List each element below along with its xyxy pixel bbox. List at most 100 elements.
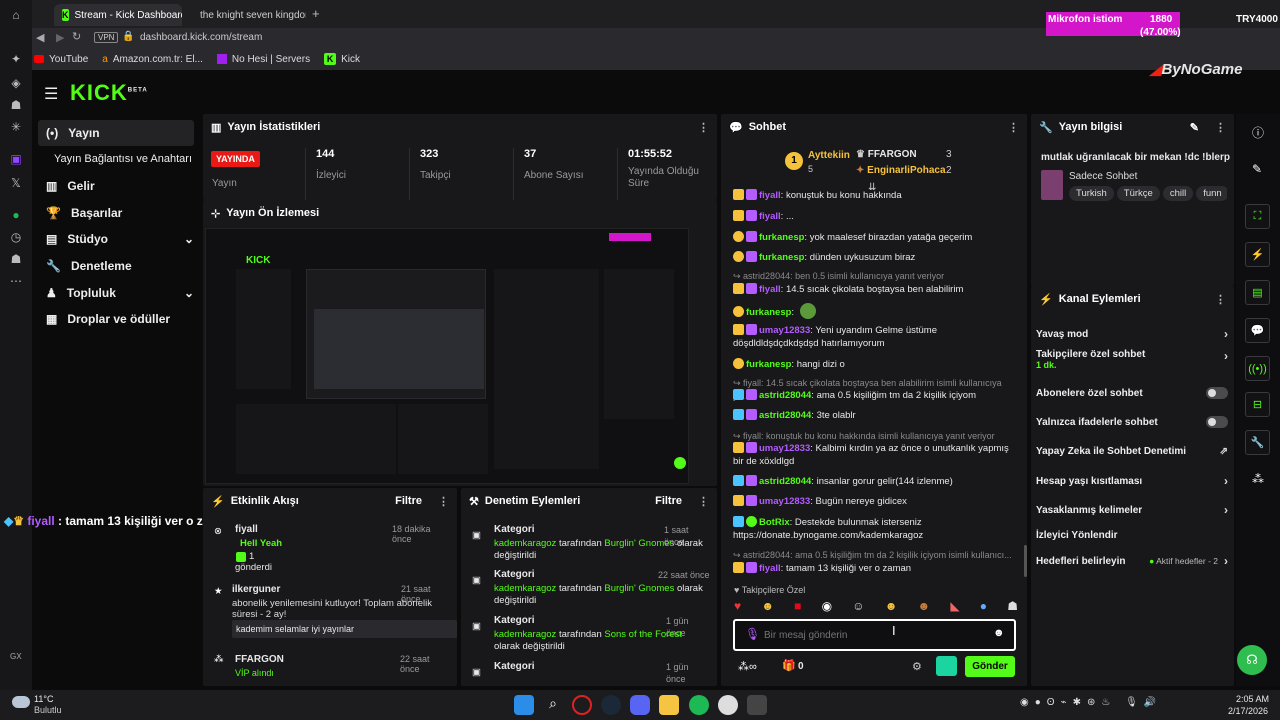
chevron-down-icon[interactable]: ⌄	[184, 232, 194, 246]
globe-emote-icon[interactable]: ●	[980, 599, 987, 617]
action-subs-only[interactable]: Abonelere özel sohbet	[1036, 383, 1228, 403]
chat-user[interactable]: BotRix	[759, 517, 790, 528]
chat-user[interactable]: furkanesp	[759, 252, 804, 263]
rail-game2-icon[interactable]: ☗	[8, 252, 24, 268]
gift-icon[interactable]: 🎁	[782, 659, 796, 672]
support-headset-icon[interactable]: ☊	[1237, 645, 1267, 675]
tool-wrench-icon[interactable]: 🔧	[1245, 430, 1270, 455]
stream-preview-video[interactable]: KICK	[205, 228, 689, 484]
vpn-badge[interactable]: VPN	[94, 32, 119, 43]
chat-user[interactable]: fiyall	[759, 190, 781, 201]
chat-user[interactable]: astrid28044	[759, 410, 811, 421]
chat-user[interactable]: fiyall	[759, 563, 781, 574]
tag-chip[interactable]: funn	[1196, 186, 1227, 201]
more-icon[interactable]: ⋮	[698, 495, 709, 508]
chat-user[interactable]: furkanesp	[746, 307, 791, 318]
rail-game-icon[interactable]: ☗	[8, 98, 24, 114]
subs-only-toggle[interactable]	[1206, 387, 1228, 399]
mic-icon[interactable]: 🎙	[745, 627, 760, 641]
more-icon[interactable]: ⋮	[1008, 121, 1019, 134]
chat-scrollbar[interactable]	[1024, 545, 1027, 577]
weather-icon[interactable]	[12, 696, 30, 708]
fish-emote-icon[interactable]: ◣	[950, 599, 959, 617]
hamburger-icon[interactable]: ☰	[44, 84, 58, 104]
edit-icon[interactable]: ✎	[1190, 121, 1199, 134]
chevron-down-icon[interactable]: ⌄	[184, 286, 194, 300]
chat-user[interactable]: umay12833	[759, 443, 810, 454]
moderation-filter[interactable]: Filtre	[655, 495, 682, 507]
rail-compass-icon[interactable]: ◈	[8, 76, 24, 92]
tool-more-icon[interactable]: ⁂	[1252, 472, 1264, 486]
heart-emote-icon[interactable]: ♥	[734, 599, 741, 617]
more-icon[interactable]: ⋮	[1215, 293, 1226, 306]
forward-icon[interactable]: ▶	[56, 31, 64, 44]
chat-settings-icon[interactable]: ⚙	[912, 660, 922, 673]
bookmark-amazon[interactable]: a Amazon.com.tr: El...	[102, 54, 203, 65]
emoji-picker-icon[interactable]: ☻	[993, 627, 1005, 639]
action-goals[interactable]: Hedefleri belirleyin ● Aktif hedefler - 2…	[1036, 551, 1228, 571]
action-ai-moderation[interactable]: Yapay Zeka ile Sohbet Denetimi ⇗	[1036, 441, 1228, 461]
rail-home-icon[interactable]: ⌂	[8, 8, 24, 24]
rail-clock-icon[interactable]: ◷	[8, 230, 24, 246]
new-tab-button[interactable]: +	[312, 6, 320, 21]
nav-stream-key[interactable]: Yayın Bağlantısı ve Anahtarı	[38, 146, 208, 172]
tool-notes-icon[interactable]: ▤	[1245, 280, 1270, 305]
action-banned-words[interactable]: Yasaklanmış kelimeler ›	[1036, 500, 1228, 520]
nav-gelir[interactable]: ▥ Gelir	[38, 173, 194, 199]
more-icon[interactable]: ⋮	[1215, 121, 1226, 134]
chat-user[interactable]: furkanesp	[746, 359, 791, 370]
pencil-icon[interactable]: ✎	[1252, 162, 1262, 176]
bookmark-kick[interactable]: K Kick	[324, 53, 360, 65]
chat-input[interactable]	[764, 628, 964, 642]
chat-user[interactable]: umay12833	[759, 496, 810, 507]
tool-layout-icon[interactable]: ⊟	[1245, 392, 1270, 417]
search-icon[interactable]: ⌕	[543, 695, 563, 715]
bookmark-youtube[interactable]: YouTube	[34, 54, 88, 65]
discord-icon[interactable]	[630, 695, 650, 715]
rail-more-icon[interactable]: ⋯	[8, 274, 24, 290]
chat-user[interactable]: umay12833	[759, 325, 810, 336]
bookmark-nohesi[interactable]: No Hesi | Servers	[216, 54, 310, 65]
more-icon[interactable]: ⋮	[698, 121, 709, 134]
back-icon[interactable]: ◀	[36, 31, 44, 44]
action-followers-only[interactable]: Takipçilere özel sohbet 1 dk. ›	[1036, 349, 1228, 373]
spotify-icon[interactable]: ●	[8, 208, 24, 224]
chat-user[interactable]: astrid28044	[759, 476, 811, 487]
spotify-taskbar-icon[interactable]	[689, 695, 709, 715]
nav-studyo[interactable]: ▤ Stüdyo ⌄	[38, 226, 194, 252]
tag-chip[interactable]: Turkish	[1069, 186, 1114, 201]
person-emote-icon[interactable]: ☺	[852, 599, 864, 617]
tag-chip[interactable]: Türkçe	[1116, 186, 1160, 201]
steam-icon[interactable]	[601, 695, 621, 715]
chrome-icon[interactable]	[718, 695, 738, 715]
tool-broadcast-icon[interactable]: ((•))	[1245, 356, 1270, 381]
tool-chat-icon[interactable]: 💬	[1245, 318, 1270, 343]
monkey-emote-icon[interactable]: ☻	[918, 599, 931, 617]
action-account-age[interactable]: Hesap yaşı kısıtlaması ›	[1036, 471, 1228, 491]
cat-emote-icon[interactable]: ☗	[1007, 599, 1018, 617]
rail-star-icon[interactable]: ✦	[8, 52, 24, 68]
activity-filter[interactable]: Filtre	[395, 495, 422, 507]
turkey-flag-icon[interactable]: ■	[794, 599, 801, 617]
tool-bolt-icon[interactable]: ⚡	[1245, 242, 1270, 267]
tab-knight[interactable]: the knight seven kingdom	[186, 4, 306, 26]
kick-points-icon[interactable]: ⁂∞	[738, 660, 757, 673]
smile-emote-icon[interactable]: ☻	[761, 599, 774, 617]
chat-user[interactable]: furkanesp	[759, 232, 804, 243]
send-button[interactable]: Gönder	[965, 656, 1015, 677]
japan-flag-icon[interactable]: ◉	[822, 599, 832, 617]
hug-emote-icon[interactable]: ☻	[885, 599, 898, 617]
nav-droplar[interactable]: ▦ Droplar ve ödüller	[38, 306, 208, 332]
chat-user[interactable]: fiyall	[759, 211, 781, 222]
tab-kick-dashboard[interactable]: K Stream - Kick Dashboard	[54, 4, 182, 26]
folder-icon[interactable]	[659, 695, 679, 715]
kickbot-icon[interactable]	[936, 656, 957, 676]
twitch-icon[interactable]: ▣	[8, 152, 24, 168]
reload-icon[interactable]: ↻	[72, 30, 81, 43]
rail-snow-icon[interactable]: ✳	[8, 120, 24, 136]
nav-denetleme[interactable]: 🔧 Denetleme	[38, 253, 194, 279]
x-icon[interactable]: 𝕏	[8, 176, 24, 192]
info-icon[interactable]: ⓘ	[1252, 124, 1264, 141]
tag-chip[interactable]: chill	[1162, 186, 1194, 201]
tool-expand-icon[interactable]: ⛶	[1245, 204, 1270, 229]
